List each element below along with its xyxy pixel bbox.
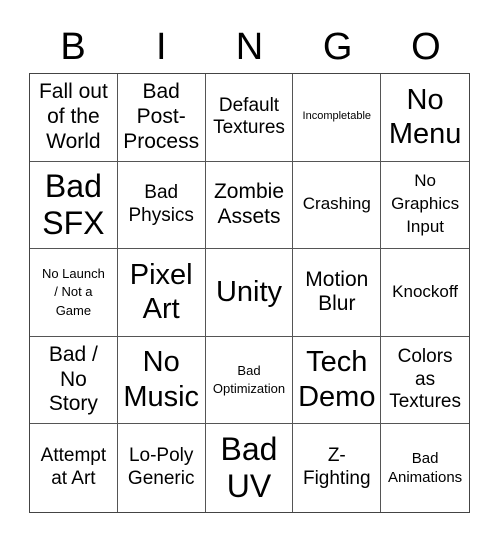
cell-label: No Launch / Not a Game [41,266,105,318]
bingo-cell[interactable]: Motion Blur [293,249,382,337]
cell-label: Default Textures [213,94,285,139]
cell-label: Lo-Poly Generic [127,445,195,490]
header-letter-n: N [235,26,264,68]
cell-label: Attempt at Art [40,445,107,490]
cell-label: Bad Post-Process [123,80,200,153]
bingo-cell[interactable]: Bad UV [206,424,294,512]
cell-label: Motion Blur [305,267,369,316]
bingo-cell[interactable]: No Menu [381,74,469,162]
bingo-cell[interactable]: Tech Demo [293,336,382,425]
cell-label: Unity [215,276,283,309]
bingo-cell[interactable]: Bad Post-Process [117,74,206,162]
cell-label: Pixel Art [129,258,193,326]
cell-label: No Menu [388,83,462,151]
header-letter-i: I [156,26,167,68]
bingo-cell[interactable]: Default Textures [205,74,294,162]
cell-label: Bad Physics [128,182,194,226]
cell-label: Crashing [302,194,371,214]
cell-label: Bad SFX [42,168,105,241]
bingo-card-grid: Fall out of the World Bad Post-Process D… [29,73,470,513]
bingo-cell[interactable]: Bad Animations [381,424,469,512]
cell-label: Colors as Textures [389,345,461,413]
bingo-cell[interactable]: Z-Fighting [293,424,382,512]
bingo-cell[interactable]: No Music [117,336,206,425]
bingo-cell[interactable]: Unity [205,249,294,337]
bingo-header: B I N G O [29,22,470,72]
cell-label: Bad / No Story [48,342,98,416]
bingo-cell[interactable]: Fall out of the World [30,74,118,162]
bingo-cell[interactable]: Bad Physics [117,161,206,250]
cell-label: Tech Demo [298,346,376,414]
cell-label: Bad Animations [387,449,463,487]
bingo-cell[interactable]: Knockoff [381,249,469,337]
bingo-cell[interactable]: Incompletable [293,74,382,162]
cell-label: Incompletable [302,110,372,123]
cell-label: Bad Optimization [212,362,286,397]
bingo-cell[interactable]: Bad SFX [30,161,118,250]
cell-label: Bad UV [220,431,278,505]
header-letter-g: G [322,26,353,68]
bingo-cell[interactable]: Bad / No Story [30,336,118,425]
header-letter-o: O [411,26,441,68]
bingo-cell[interactable]: Attempt at Art [30,424,118,512]
bingo-cell[interactable]: Zombie Assets [205,161,294,250]
bingo-cell[interactable]: Pixel Art [117,249,206,337]
header-letter-b: B [60,26,86,68]
cell-label: Z-Fighting [302,445,371,490]
bingo-cell[interactable]: Crashing [293,161,382,250]
bingo-cell[interactable]: Lo-Poly Generic [118,424,206,512]
cell-label: Zombie Assets [213,180,284,228]
cell-label: No Graphics Input [391,171,460,237]
bingo-cell[interactable]: Colors as Textures [381,337,469,425]
bingo-cell[interactable]: No Graphics Input [381,162,469,250]
bingo-cell[interactable]: Bad Optimization [205,336,294,425]
bingo-cell[interactable]: No Launch / Not a Game [30,249,118,337]
cell-label: No Music [123,346,200,414]
cell-label: Fall out of the World [38,80,108,153]
cell-label: Knockoff [392,282,459,302]
